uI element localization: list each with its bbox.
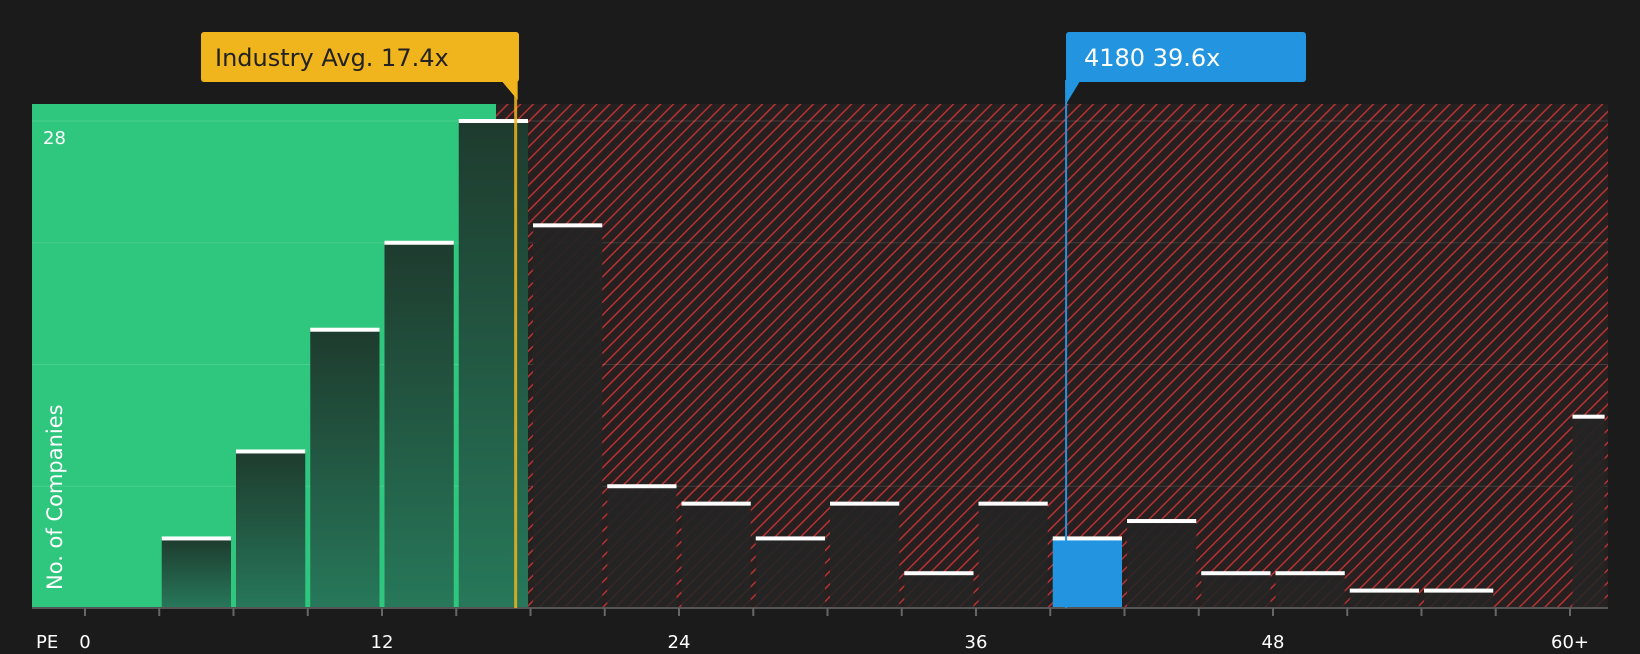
bar-cap [1424, 588, 1494, 593]
bar-cap [1201, 571, 1271, 576]
x-axis-label: PE [36, 632, 58, 650]
bar-cap [1127, 519, 1197, 524]
histogram-bar [755, 538, 825, 608]
bar-cap [1349, 588, 1419, 593]
histogram-bar [384, 242, 454, 608]
bar-cap [384, 240, 454, 245]
bar-cap [1572, 414, 1605, 419]
industry-average-label: Industry Avg. 17.4x [215, 44, 449, 72]
bar-cap [755, 536, 825, 541]
bar-cap [458, 119, 528, 123]
bar-cap [607, 484, 677, 489]
bar-cap [978, 501, 1048, 506]
bar-cap [681, 501, 751, 506]
company-pe-label: 4180 39.6x [1084, 44, 1220, 72]
x-tick-label: 0 [79, 632, 90, 650]
histogram-bar [830, 503, 900, 608]
histogram-bar [1127, 521, 1197, 608]
histogram-bar [1275, 573, 1345, 608]
histogram-bar [458, 121, 528, 608]
x-tick-label: 60+ [1551, 632, 1589, 650]
histogram-bar [607, 486, 677, 608]
bar-cap [1275, 571, 1345, 576]
x-tick-label: 12 [371, 632, 394, 650]
histogram-bar [1201, 573, 1271, 608]
histogram-bar [1052, 538, 1122, 608]
bar-cap [830, 501, 900, 506]
bar-cap [161, 536, 231, 541]
histogram-bar [681, 503, 751, 608]
bar-cap [904, 571, 974, 576]
histogram-bar [236, 451, 306, 608]
chart-svg: 0 12 24 36 48 60+ Industry Avg. 17.4x 4180 39.… [32, 32, 1608, 653]
bar-cap [310, 327, 380, 332]
company-pe-pointer [1066, 81, 1081, 104]
histogram-bar [161, 538, 231, 608]
x-tick-label: 48 [1262, 632, 1285, 650]
histogram-bar [1424, 590, 1494, 608]
histogram-bar [1349, 590, 1419, 608]
bar-cap [236, 449, 306, 454]
x-tick-label: 24 [668, 632, 691, 650]
histogram-bar [904, 573, 974, 608]
histogram-bar [310, 329, 380, 608]
histogram-bar [1572, 416, 1605, 608]
y-tick-label: 28 [43, 128, 66, 149]
pe-distribution-chart: 0 12 24 36 48 60+ Industry Avg. 17.4x 4180 39.… [0, 0, 1640, 653]
y-axis-label: No. of Companies [43, 404, 67, 590]
bar-cap [533, 223, 603, 228]
histogram-bar [533, 225, 603, 608]
bar-cap [1052, 536, 1122, 541]
histogram-bar [978, 503, 1048, 608]
x-tick-label: 36 [965, 632, 988, 650]
